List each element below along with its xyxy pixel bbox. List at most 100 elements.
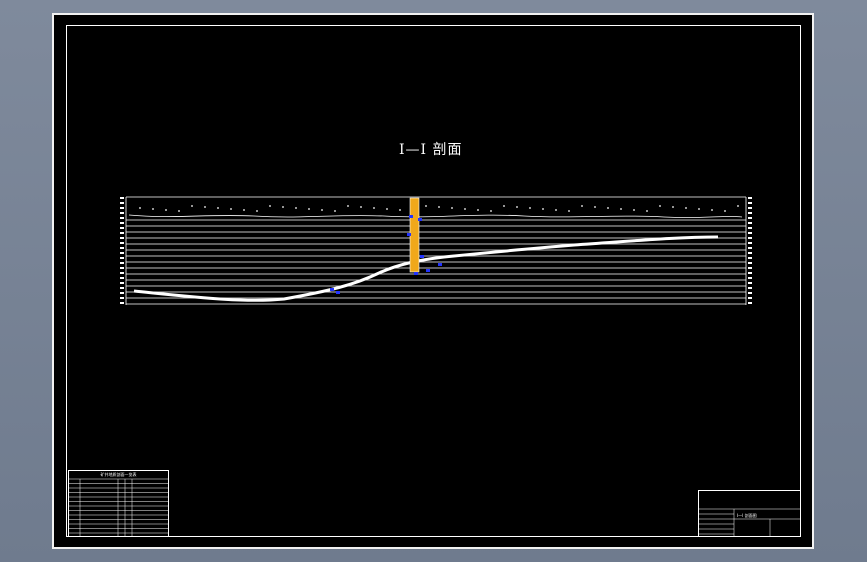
soil-mark [191,205,193,207]
soil-mark [607,207,609,209]
soil-mark [308,208,310,210]
elevation-scale-right [748,197,752,304]
elevation-scale-left [120,197,124,304]
title-block: I—I 剖面图 [698,490,801,537]
elevation-tick [748,282,752,284]
elevation-tick [748,202,752,204]
soil-mark [633,209,635,211]
soil-mark [386,208,388,210]
soil-mark [594,206,596,208]
soil-mark [646,210,648,212]
elevation-tick [120,222,124,224]
survey-marker [407,233,411,236]
soil-mark [425,205,427,207]
elevation-tick [748,242,752,244]
survey-markers [330,215,442,294]
elevation-tick [120,302,124,304]
soil-mark [321,209,323,211]
soil-mark [581,205,583,207]
elevation-tick [748,222,752,224]
elevation-tick [748,207,752,209]
soil-mark [165,209,167,211]
soil-mark [516,206,518,208]
mine-shaft [410,198,419,272]
elevation-tick [120,297,124,299]
elevation-tick [748,277,752,279]
soil-mark [464,208,466,210]
elevation-tick [120,202,124,204]
elevation-tick [120,292,124,294]
elevation-tick [748,302,752,304]
ground-surface-line [128,214,743,218]
elevation-tick [120,212,124,214]
soil-mark [282,206,284,208]
elevation-tick [120,217,124,219]
soil-mark [568,210,570,212]
soil-mark [178,210,180,212]
soil-mark [256,210,258,212]
elevation-tick [120,252,124,254]
elevation-tick [120,242,124,244]
elevation-tick [120,237,124,239]
survey-marker [438,263,442,266]
elevation-tick [120,207,124,209]
soil-mark [542,208,544,210]
elevation-tick [120,247,124,249]
soil-mark [438,206,440,208]
soil-mark [243,209,245,211]
elevation-tick [748,272,752,274]
soil-mark [347,205,349,207]
survey-marker [336,291,340,294]
elevation-tick [748,247,752,249]
elevation-tick [748,292,752,294]
elevation-tick [120,227,124,229]
elevation-tick [120,232,124,234]
soil-mark [503,205,505,207]
elevation-tick [748,232,752,234]
soil-mark [139,207,141,209]
elevation-tick [120,267,124,269]
soil-mark [698,208,700,210]
elevation-tick [120,287,124,289]
elevation-tick [748,262,752,264]
soil-mark [529,207,531,209]
elevation-tick [120,197,124,199]
legend-table: 矿井地质剖面一览表 [68,470,169,537]
survey-marker [330,288,334,291]
soil-mark [373,207,375,209]
surface-soil-marks [139,205,739,212]
soil-mark [620,208,622,210]
elevation-tick [748,287,752,289]
soil-mark [230,208,232,210]
elevation-tick [748,212,752,214]
elevation-tick [120,257,124,259]
elevation-tick [120,262,124,264]
soil-mark [451,207,453,209]
title-block-drawing-name: I—I 剖面图 [737,513,757,518]
soil-mark [334,210,336,212]
soil-mark [659,205,661,207]
elevation-tick [748,237,752,239]
soil-mark [295,207,297,209]
elevation-tick [748,197,752,199]
soil-mark [685,207,687,209]
drawing-sheet: I—I 剖面 矿井地质剖面一览表 I—I 剖面图 [52,13,814,549]
elevation-tick [748,227,752,229]
soil-mark [737,205,739,207]
coal-seam-line [133,235,719,302]
soil-mark [672,206,674,208]
elevation-tick [748,297,752,299]
legend-table-title: 矿井地质剖面一览表 [100,472,137,477]
elevation-tick [748,257,752,259]
elevation-tick [120,282,124,284]
soil-mark [711,209,713,211]
survey-marker [414,272,418,275]
survey-marker [426,269,430,272]
elevation-tick [120,277,124,279]
elevation-tick [748,217,752,219]
soil-mark [360,206,362,208]
survey-marker [409,215,413,218]
soil-mark [490,210,492,212]
soil-mark [477,209,479,211]
soil-mark [724,210,726,212]
